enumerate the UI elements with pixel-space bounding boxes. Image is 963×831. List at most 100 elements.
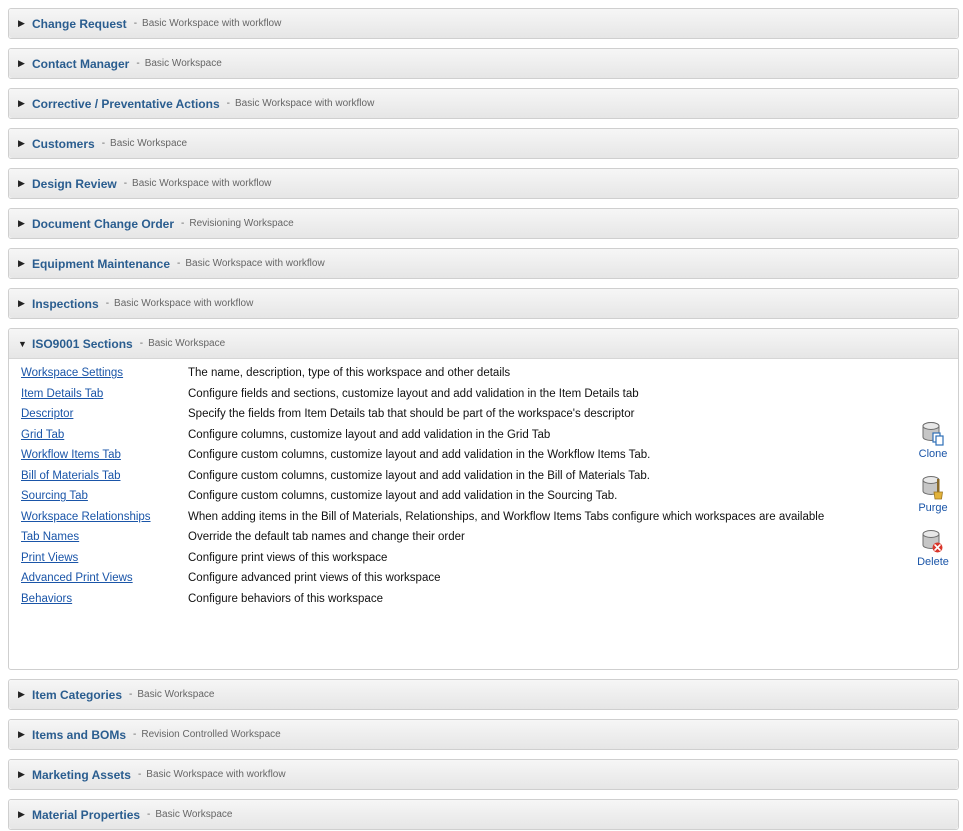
setting-link-descriptor[interactable]: Descriptor	[9, 408, 188, 420]
workspace-name: Document Change Order	[32, 216, 175, 231]
setting-description: Configure custom columns, customize layo…	[188, 449, 651, 462]
workspace-name: Change Request	[32, 16, 127, 31]
workspace-type: Basic Workspace with workflow	[132, 178, 272, 189]
workspace-item: ▶ Change Request - Basic Workspace with …	[8, 8, 959, 39]
workspace-item: ▶ Customers - Basic Workspace	[8, 128, 959, 159]
workspace-item: ▶ Contact Manager - Basic Workspace	[8, 48, 959, 79]
workspace-type: Basic Workspace with workflow	[142, 18, 282, 29]
workspace-separator: -	[133, 729, 137, 740]
workspace-type: Basic Workspace	[148, 338, 226, 349]
workspace-settings-panel: Workspace Settings The name, description…	[9, 359, 958, 669]
workspace-name: Marketing Assets	[32, 767, 131, 782]
setting-link-sourcing-tab[interactable]: Sourcing Tab	[9, 490, 188, 502]
workspace-manager-page: ▶ Change Request - Basic Workspace with …	[0, 0, 963, 831]
setting-row: Grid Tab Configure columns, customize la…	[9, 425, 958, 446]
workspace-header-customers[interactable]: ▶ Customers - Basic Workspace	[9, 129, 958, 158]
workspace-header-equipment-maintenance[interactable]: ▶ Equipment Maintenance - Basic Workspac…	[9, 249, 958, 278]
workspace-name: Inspections	[32, 296, 99, 311]
workspace-header-inspections[interactable]: ▶ Inspections - Basic Workspace with wor…	[9, 289, 958, 318]
setting-description: The name, description, type of this work…	[188, 367, 511, 380]
database-clone-icon	[922, 422, 944, 446]
workspace-header-document-change-order[interactable]: ▶ Document Change Order - Revisioning Wo…	[9, 209, 958, 238]
workspace-name: Contact Manager	[32, 56, 130, 71]
database-delete-icon	[922, 530, 943, 553]
setting-description: Configure fields and sections, customize…	[188, 387, 639, 400]
setting-link-grid-tab[interactable]: Grid Tab	[9, 429, 188, 441]
workspace-type: Basic Workspace	[137, 689, 215, 700]
setting-row: Descriptor Specify the fields from Item …	[9, 404, 958, 425]
setting-row: Workflow Items Tab Configure custom colu…	[9, 445, 958, 466]
workspace-separator: -	[133, 18, 138, 29]
workspace-type: Basic Workspace with workflow	[114, 298, 254, 309]
workspace-item: ▶ Item Categories - Basic Workspace	[8, 679, 959, 710]
setting-link-workflow-items-tab[interactable]: Workflow Items Tab	[9, 449, 188, 461]
workspace-header-marketing-assets[interactable]: ▶ Marketing Assets - Basic Workspace wit…	[9, 760, 958, 789]
setting-link-item-details-tab[interactable]: Item Details Tab	[9, 388, 188, 400]
workspace-header-item-categories[interactable]: ▶ Item Categories - Basic Workspace	[9, 680, 958, 709]
setting-row: Workspace Relationships When adding item…	[9, 507, 958, 528]
triangle-right-icon: ▶	[18, 258, 25, 268]
setting-row: Item Details Tab Configure fields and se…	[9, 384, 958, 405]
setting-link-workspace-settings[interactable]: Workspace Settings	[9, 367, 188, 379]
setting-link-tab-names[interactable]: Tab Names	[9, 531, 188, 543]
clone-label: Clone	[918, 448, 948, 460]
workspace-item: ▶ Corrective / Preventative Actions - Ba…	[8, 88, 959, 119]
workspace-item: ▶ Items and BOMs - Revision Controlled W…	[8, 719, 959, 750]
setting-description: When adding items in the Bill of Materia…	[188, 510, 825, 523]
setting-description: Configure behaviors of this workspace	[188, 592, 383, 605]
purge-label: Purge	[918, 502, 948, 514]
purge-button[interactable]: Purge	[912, 475, 954, 529]
delete-button[interactable]: Delete	[912, 529, 954, 583]
setting-link-bill-of-materials-tab[interactable]: Bill of Materials Tab	[9, 470, 188, 482]
setting-description: Configure advanced print views of this w…	[188, 572, 441, 585]
workspace-header-items-and-boms[interactable]: ▶ Items and BOMs - Revision Controlled W…	[9, 720, 958, 749]
workspace-name: Corrective / Preventative Actions	[32, 96, 220, 111]
setting-link-workspace-relationships[interactable]: Workspace Relationships	[9, 511, 188, 523]
workspace-separator: -	[129, 689, 133, 700]
delete-label: Delete	[917, 556, 949, 568]
triangle-right-icon: ▶	[18, 218, 25, 228]
workspace-name: Items and BOMs	[32, 727, 127, 742]
workspace-name: Item Categories	[32, 687, 123, 702]
workspace-header-material-properties[interactable]: ▶ Material Properties - Basic Workspace	[9, 800, 958, 829]
workspace-separator: -	[137, 769, 142, 780]
workspace-separator: -	[136, 58, 140, 69]
workspace-list: ▶ Change Request - Basic Workspace with …	[8, 8, 959, 831]
triangle-right-icon: ▶	[18, 689, 25, 699]
triangle-down-icon: ▼	[18, 338, 27, 349]
workspace-item: ▶ Document Change Order - Revisioning Wo…	[8, 208, 959, 239]
setting-row: Print Views Configure print views of thi…	[9, 548, 958, 569]
workspace-item-expanded: ▼ ISO9001 Sections - Basic Workspace Wor…	[8, 328, 959, 670]
setting-description: Configure custom columns, customize layo…	[188, 469, 650, 482]
setting-link-behaviors[interactable]: Behaviors	[9, 593, 188, 605]
workspace-type: Basic Workspace	[110, 138, 188, 149]
workspace-header-design-review[interactable]: ▶ Design Review - Basic Workspace with w…	[9, 169, 958, 198]
workspace-type: Basic Workspace with workflow	[146, 769, 286, 780]
setting-row: Advanced Print Views Configure advanced …	[9, 568, 958, 589]
workspace-name: Design Review	[32, 176, 117, 191]
workspace-header-change-request[interactable]: ▶ Change Request - Basic Workspace with …	[9, 9, 958, 38]
workspace-type: Basic Workspace with workflow	[234, 98, 375, 109]
workspace-separator: -	[177, 258, 181, 269]
workspace-actions: Clone Purge Delete	[912, 421, 954, 583]
setting-row: Bill of Materials Tab Configure custom c…	[9, 466, 958, 487]
workspace-header-corrective-preventative-actions[interactable]: ▶ Corrective / Preventative Actions - Ba…	[9, 89, 958, 118]
triangle-right-icon: ▶	[18, 809, 25, 819]
workspace-name: Customers	[32, 136, 95, 151]
workspace-separator: -	[226, 98, 230, 109]
clone-button[interactable]: Clone	[912, 421, 954, 475]
workspace-type: Basic Workspace with workflow	[185, 258, 325, 269]
setting-link-print-views[interactable]: Print Views	[9, 552, 188, 564]
workspace-header-contact-manager[interactable]: ▶ Contact Manager - Basic Workspace	[9, 49, 958, 78]
setting-link-advanced-print-views[interactable]: Advanced Print Views	[9, 572, 188, 584]
workspace-separator: -	[147, 809, 151, 820]
setting-description: Configure print views of this workspace	[188, 551, 388, 564]
workspace-name: ISO9001 Sections	[32, 336, 133, 351]
triangle-right-icon: ▶	[18, 178, 25, 188]
workspace-item: ▶ Equipment Maintenance - Basic Workspac…	[8, 248, 959, 279]
workspace-type: Revisioning Workspace	[189, 218, 294, 229]
workspace-header-iso9001-sections[interactable]: ▼ ISO9001 Sections - Basic Workspace	[9, 329, 958, 359]
workspace-item: ▶ Marketing Assets - Basic Workspace wit…	[8, 759, 959, 790]
setting-row: Tab Names Override the default tab names…	[9, 527, 958, 548]
workspace-name: Equipment Maintenance	[32, 256, 171, 271]
